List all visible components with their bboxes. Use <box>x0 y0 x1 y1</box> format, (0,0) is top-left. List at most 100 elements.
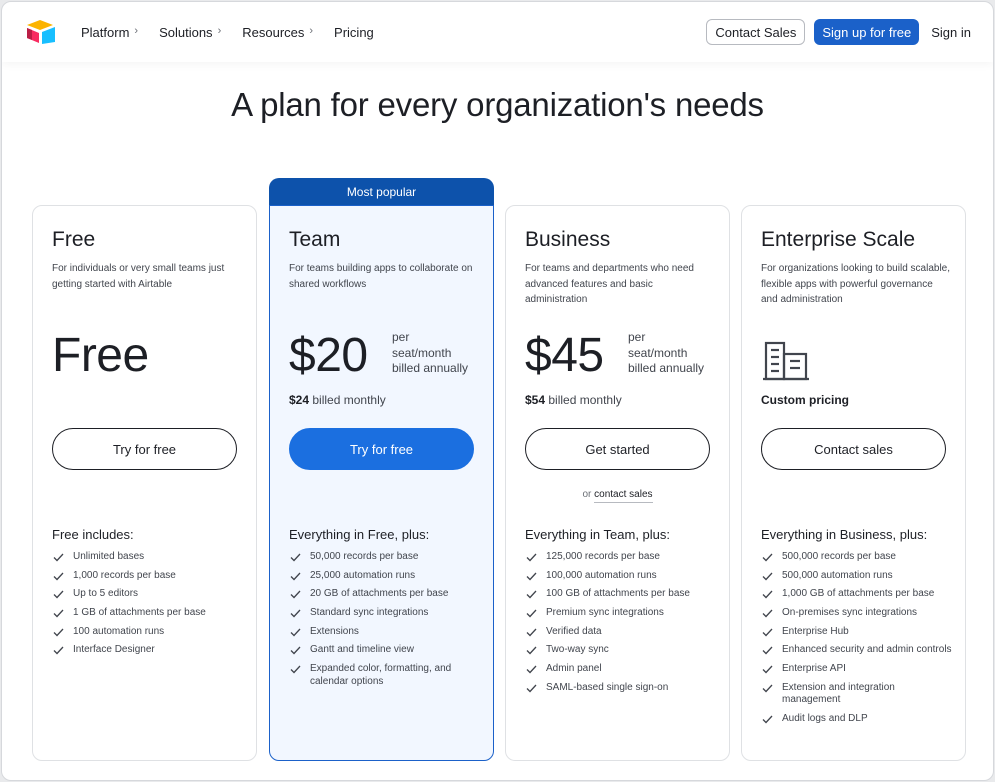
feature-text: 1,000 GB of attachments per base <box>782 588 935 600</box>
nav-actions: Contact Sales Sign up for free Sign in <box>706 19 971 45</box>
contact-sales-link[interactable]: contact sales <box>594 489 653 503</box>
feature-item: Gantt and timeline view <box>289 644 481 657</box>
feature-text: Standard sync integrations <box>310 607 429 619</box>
feature-text: Up to 5 editors <box>73 588 139 600</box>
check-icon <box>53 590 64 599</box>
top-nav: Platform › Solutions › Resources › Prici… <box>2 2 993 62</box>
feature-item: 100 GB of attachments per base <box>525 588 717 601</box>
feature-text: 100 GB of attachments per base <box>546 588 690 600</box>
feature-item: Audit logs and DLP <box>761 713 953 726</box>
feature-item: 500,000 records per base <box>761 551 953 564</box>
feature-item: SAML-based single sign-on <box>525 682 717 695</box>
check-icon <box>526 646 537 655</box>
contact-sales-cta[interactable]: Contact sales <box>761 428 946 470</box>
try-for-free-button[interactable]: Try for free <box>289 428 474 470</box>
feature-text: SAML-based single sign-on <box>546 681 669 693</box>
feature-item: On-premises sync integrations <box>761 607 953 620</box>
check-icon <box>762 684 773 693</box>
feature-text: Admin panel <box>546 663 602 675</box>
plan-description: For teams and departments who need advan… <box>525 263 694 305</box>
check-icon <box>290 665 301 674</box>
nav-link-label: Resources <box>242 24 305 40</box>
feature-item: Up to 5 editors <box>52 588 244 601</box>
try-for-free-button[interactable]: Try for free <box>52 428 237 470</box>
browser-frame: Platform › Solutions › Resources › Prici… <box>1 1 994 781</box>
feature-text: 1 GB of attachments per base <box>73 607 206 619</box>
feature-text: Two-way sync <box>546 644 609 656</box>
feature-item: 1,000 GB of attachments per base <box>761 588 953 601</box>
nav-link-resources[interactable]: Resources › <box>242 25 313 40</box>
nav-link-label: Solutions <box>159 24 213 40</box>
plan-description: For organizations looking to build scala… <box>761 263 950 305</box>
feature-text: Gantt and timeline view <box>310 644 414 656</box>
check-icon <box>526 572 537 581</box>
plan-name: Free <box>52 228 96 251</box>
or-contact-sales: or contact sales <box>506 489 729 503</box>
nav-link-solutions[interactable]: Solutions › <box>159 25 221 40</box>
chevron-right-icon: › <box>217 25 222 37</box>
nav-link-platform[interactable]: Platform › <box>81 25 138 40</box>
feature-item: 500,000 automation runs <box>761 570 953 583</box>
feature-item: Two-way sync <box>525 644 717 657</box>
check-icon <box>526 684 537 693</box>
check-icon <box>526 665 537 674</box>
check-icon <box>526 590 537 599</box>
plan-description: For teams building apps to collaborate o… <box>289 263 473 290</box>
check-icon <box>290 572 301 581</box>
monthly-price: $24 billed monthly <box>289 393 386 407</box>
custom-pricing: Custom pricing <box>761 393 850 407</box>
check-icon <box>53 628 64 637</box>
signin-link[interactable]: Sign in <box>931 25 971 40</box>
feature-item: Unlimited bases <box>52 551 244 564</box>
get-started-button[interactable]: Get started <box>525 428 710 470</box>
nav-link-pricing[interactable]: Pricing <box>334 25 374 40</box>
check-icon <box>290 609 301 618</box>
price-unit: per seat/month billed annually <box>628 330 718 377</box>
price-unit: per seat/month billed annually <box>392 330 482 377</box>
feature-list: 500,000 records per base 500,000 automati… <box>761 551 953 732</box>
feature-list: Unlimited bases 1,000 records per base Up … <box>52 551 244 663</box>
contact-sales-button[interactable]: Contact Sales <box>706 19 806 45</box>
feature-text: Extension and integration management <box>782 681 895 706</box>
feature-text: 100,000 automation runs <box>546 569 657 581</box>
check-icon <box>762 646 773 655</box>
plan-name: Enterprise Scale <box>761 228 916 251</box>
feature-item: Interface Designer <box>52 644 244 657</box>
plan-card-team: Team For teams building apps to collabor… <box>269 205 494 761</box>
feature-text: 50,000 records per base <box>310 551 419 562</box>
check-icon <box>762 609 773 618</box>
feature-item: 25,000 automation runs <box>289 570 481 583</box>
signup-button[interactable]: Sign up for free <box>814 19 920 45</box>
check-icon <box>762 628 773 637</box>
plan-name: Business <box>525 228 611 251</box>
feature-text: Verified data <box>546 625 602 637</box>
monthly-price-text: billed monthly <box>309 393 386 407</box>
feature-item: Extension and integration management <box>761 682 953 707</box>
plan-description: For individuals or very small teams just… <box>52 263 225 290</box>
feature-text: Interface Designer <box>73 644 155 656</box>
monthly-price-amount: $54 <box>525 393 546 407</box>
feature-item: 1,000 records per base <box>52 570 244 583</box>
features-title: Everything in Business, plus: <box>761 527 928 542</box>
check-icon <box>762 665 773 674</box>
nav-link-label: Platform <box>81 24 130 40</box>
plan-price: $45 <box>525 329 604 382</box>
feature-item: Enterprise Hub <box>761 626 953 639</box>
airtable-logo[interactable] <box>26 19 56 45</box>
feature-text: 125,000 records per base <box>546 551 660 562</box>
plan-price: $20 <box>289 329 368 382</box>
feature-item: 125,000 records per base <box>525 551 717 564</box>
price-unit-line: billed annually <box>628 361 705 375</box>
check-icon <box>762 553 773 562</box>
check-icon <box>762 572 773 581</box>
check-icon <box>53 553 64 562</box>
feature-text: 1,000 records per base <box>73 569 176 581</box>
building-icon <box>763 341 809 381</box>
check-icon <box>526 609 537 618</box>
feature-text: Audit logs and DLP <box>782 713 868 724</box>
price-unit-line: seat/month <box>628 345 688 360</box>
price-unit-line: seat/month <box>392 345 452 360</box>
check-icon <box>53 609 64 618</box>
or-text: or <box>582 489 595 500</box>
feature-text: 20 GB of attachments per base <box>310 588 449 600</box>
